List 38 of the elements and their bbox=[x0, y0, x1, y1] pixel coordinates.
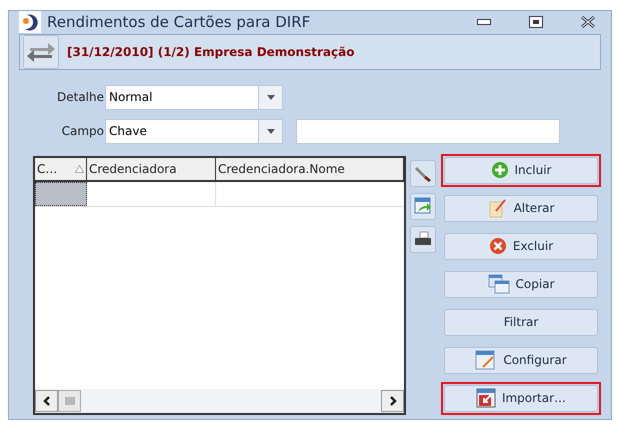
filter-label: Campo bbox=[60, 123, 105, 140]
chevron-left-icon bbox=[42, 396, 50, 406]
column-header[interactable]: Credenciadora bbox=[87, 158, 216, 180]
minimize-icon bbox=[477, 19, 491, 26]
notepad-pencil-icon bbox=[488, 198, 508, 218]
plus-icon bbox=[490, 161, 509, 179]
dropdown-field[interactable]: Chave bbox=[105, 118, 283, 144]
caret-icon bbox=[266, 94, 274, 100]
sort-arrow-icon bbox=[75, 164, 84, 172]
action-button[interactable]: Importar… bbox=[441, 382, 601, 414]
search-field[interactable] bbox=[296, 118, 560, 144]
window-pencil-icon bbox=[475, 350, 498, 370]
app-logo-icon bbox=[19, 11, 41, 34]
export-button[interactable] bbox=[410, 192, 436, 220]
column-header[interactable]: C… bbox=[35, 158, 87, 180]
action-button[interactable]: Incluir bbox=[441, 154, 601, 186]
import-icon bbox=[476, 388, 496, 408]
tools-button[interactable] bbox=[410, 160, 436, 186]
company-context-text: [31/12/2010] (1/2) Empresa Demonstração bbox=[67, 44, 354, 60]
swap-arrows-icon bbox=[26, 40, 56, 62]
window-title: Rendimentos de Cartões para DIRF bbox=[47, 12, 312, 33]
printer-icon bbox=[414, 231, 432, 247]
chevron-right-icon bbox=[388, 396, 396, 406]
copy-icon bbox=[488, 274, 510, 294]
swap-button[interactable] bbox=[23, 34, 59, 68]
delete-icon bbox=[488, 237, 507, 255]
scroll-thumb[interactable] bbox=[58, 390, 81, 412]
dropdown-field[interactable]: Normal bbox=[105, 84, 283, 110]
filter-label: Detalhe bbox=[56, 89, 105, 106]
column-header[interactable]: Credenciadora.Nome bbox=[216, 158, 404, 180]
wrench-icon bbox=[414, 164, 432, 182]
caret-icon bbox=[266, 128, 274, 134]
maximize-icon bbox=[529, 16, 543, 28]
scroll-right-button[interactable] bbox=[381, 390, 404, 412]
scroll-left-button[interactable] bbox=[35, 390, 58, 412]
close-icon bbox=[580, 15, 596, 30]
print-button[interactable] bbox=[410, 226, 436, 252]
selected-cell[interactable] bbox=[35, 182, 87, 206]
